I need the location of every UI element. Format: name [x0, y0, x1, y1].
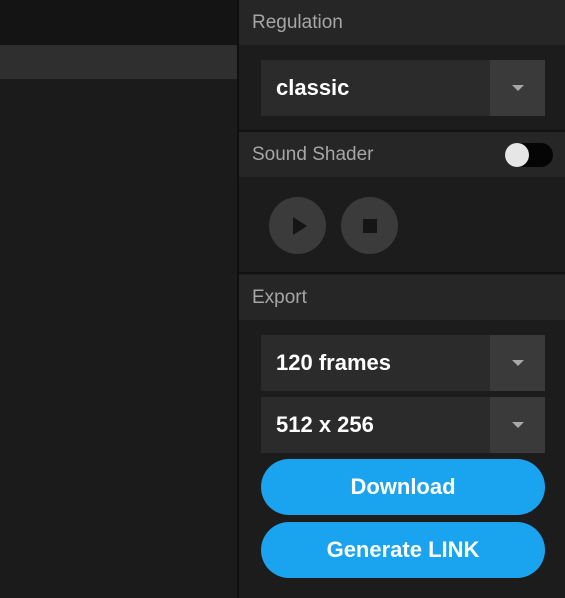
editor-pane — [0, 0, 237, 598]
sound-shader-toggle[interactable] — [505, 143, 553, 167]
editor-row[interactable] — [0, 45, 237, 79]
settings-panel: Regulation classic Sound Shader Export 1… — [239, 0, 565, 598]
regulation-select[interactable]: classic — [261, 60, 545, 116]
export-header: Export — [239, 275, 565, 320]
stop-icon — [362, 218, 377, 233]
play-button[interactable] — [269, 197, 326, 254]
frames-select-value: 120 frames — [276, 350, 391, 375]
resolution-select[interactable]: 512 x 256 — [261, 397, 545, 453]
regulation-title: Regulation — [252, 11, 343, 33]
download-button[interactable]: Download — [261, 459, 545, 515]
export-title: Export — [252, 286, 307, 308]
resolution-select-toggle[interactable] — [490, 397, 545, 453]
regulation-select-toggle[interactable] — [490, 60, 545, 116]
sound-shader-title: Sound Shader — [252, 143, 374, 165]
play-icon — [292, 216, 307, 235]
frames-select[interactable]: 120 frames — [261, 335, 545, 391]
generate-link-button[interactable]: Generate LINK — [261, 522, 545, 578]
stop-button[interactable] — [341, 197, 398, 254]
regulation-header: Regulation — [239, 0, 565, 45]
regulation-select-value: classic — [276, 75, 350, 100]
resolution-select-value: 512 x 256 — [276, 412, 374, 437]
editor-topbar — [0, 0, 237, 45]
chevron-down-icon — [511, 85, 524, 91]
section-divider — [239, 272, 565, 274]
toggle-knob — [505, 143, 529, 167]
frames-select-toggle[interactable] — [490, 335, 545, 391]
chevron-down-icon — [511, 422, 524, 428]
chevron-down-icon — [511, 360, 524, 366]
